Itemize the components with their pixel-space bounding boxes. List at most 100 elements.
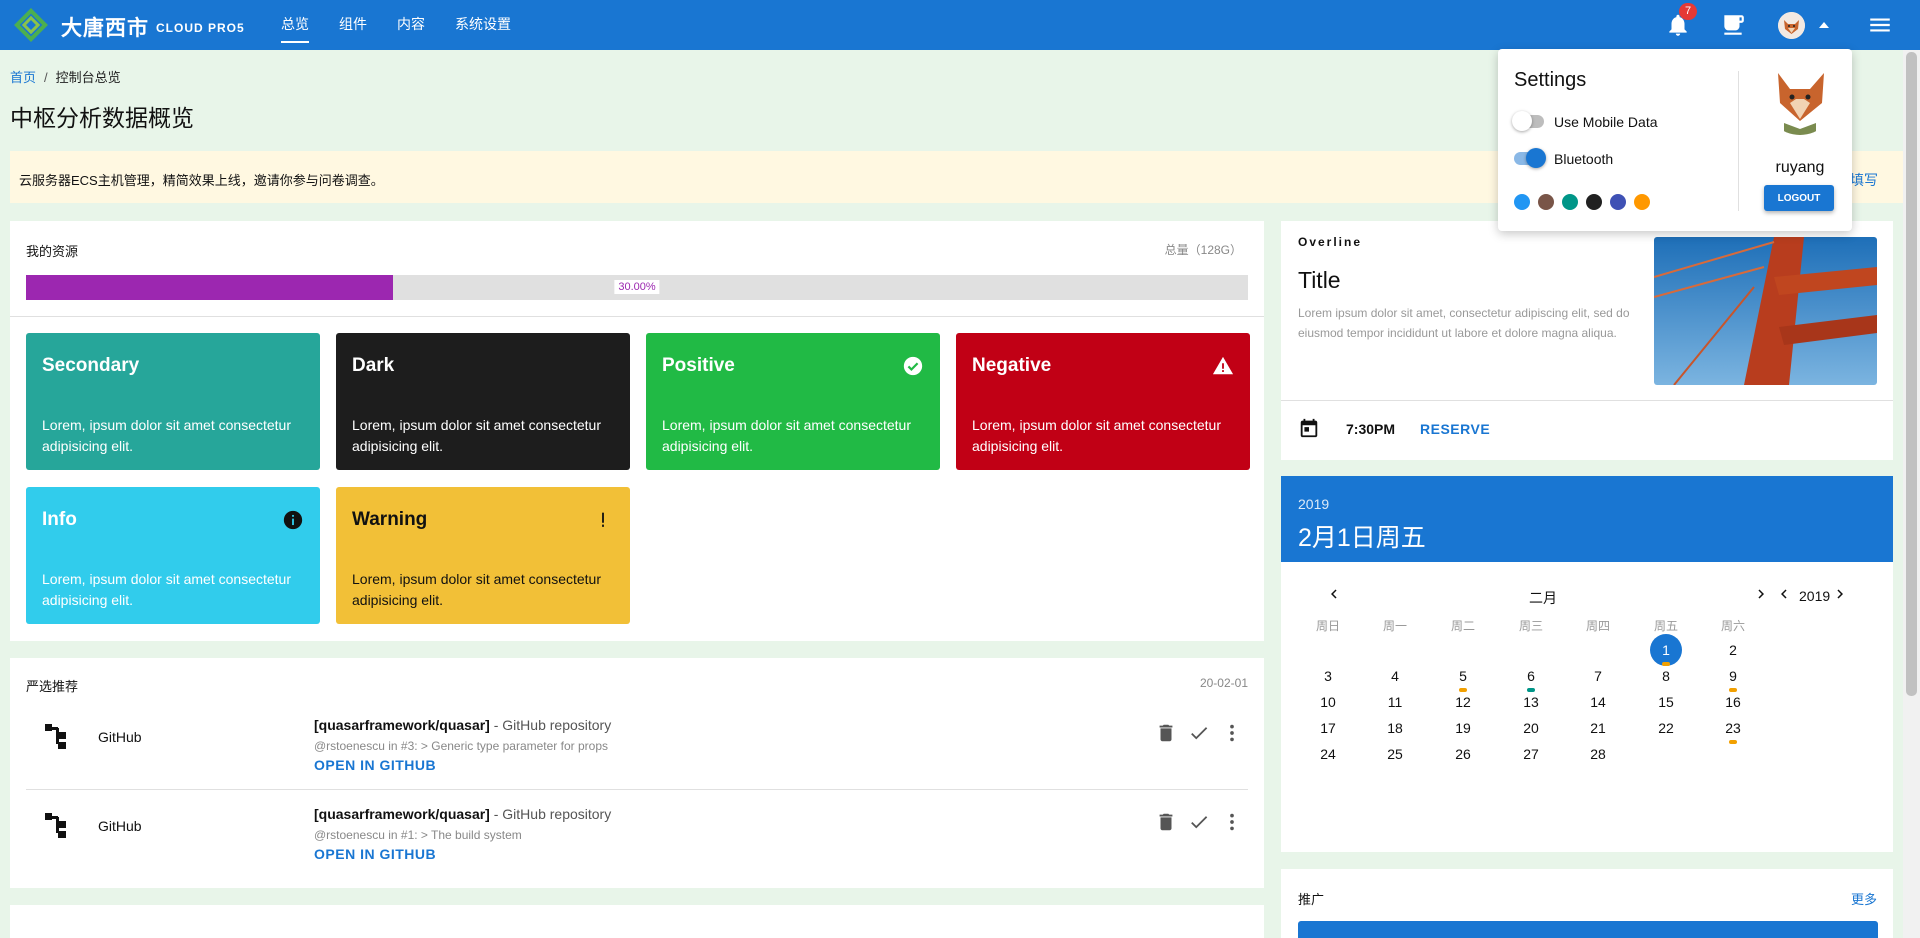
tile-title: Dark: [352, 355, 395, 376]
calendar-selected-date: 2月1日周五: [1298, 524, 1426, 552]
next-year-icon[interactable]: [1831, 585, 1849, 603]
calendar-nav-year[interactable]: 2019: [1799, 588, 1830, 604]
prev-month-icon[interactable]: [1325, 585, 1343, 603]
tile-dark[interactable]: Dark Lorem, ipsum dolor sit amet consect…: [336, 333, 630, 470]
toggle-track[interactable]: [1512, 111, 1544, 131]
repo-title: [quasarframework/quasar]: [314, 806, 490, 822]
bridge-image: [1654, 237, 1877, 385]
tile-text: Lorem, ipsum dolor sit amet consectetur …: [972, 417, 1221, 454]
check-icon[interactable]: [1188, 811, 1210, 833]
more-vert-icon[interactable]: [1221, 722, 1243, 744]
caret-up-icon[interactable]: [1819, 22, 1829, 28]
reserve-button[interactable]: RESERVE: [1420, 421, 1490, 437]
tile-info[interactable]: Info Lorem, ipsum dolor sit amet consect…: [26, 487, 320, 624]
next-month-icon[interactable]: [1752, 585, 1770, 603]
scrollbar-thumb[interactable]: [1906, 52, 1917, 696]
weekday-label: 周一: [1382, 619, 1407, 633]
more-vert-icon[interactable]: [1221, 811, 1243, 833]
tile-positive[interactable]: Positive Lorem, ipsum dolor sit amet con…: [646, 333, 940, 470]
calendar-year[interactable]: 2019: [1298, 496, 1329, 512]
prev-year-icon[interactable]: [1775, 585, 1793, 603]
tile-title: Negative: [972, 355, 1052, 376]
tile-title: Info: [42, 509, 77, 530]
toggle-label: Bluetooth: [1554, 151, 1614, 167]
open-github-link[interactable]: OPEN IN GITHUB: [314, 757, 436, 773]
toggle-knob: [1512, 111, 1532, 131]
calendar-day[interactable]: 22: [1650, 712, 1682, 744]
nav-components[interactable]: 组件: [324, 0, 382, 50]
nav-overview[interactable]: 总览: [266, 0, 324, 50]
breadcrumb-separator: /: [44, 70, 48, 85]
top-header: 大唐西市 CLOUD PRO5 总览 组件 内容 系统设置 7: [0, 0, 1920, 50]
delete-icon[interactable]: [1155, 722, 1177, 744]
resources-label: 我的资源: [26, 244, 79, 259]
color-swatch-brown[interactable]: [1538, 194, 1554, 210]
repo-name: [quasarframework/quasar] - GitHub reposi…: [314, 717, 611, 733]
breadcrumb-home[interactable]: 首页: [10, 70, 36, 85]
tile-title: Positive: [662, 355, 735, 376]
fox-avatar-icon: [1778, 12, 1805, 39]
main-nav: 总览 组件 内容 系统设置: [266, 0, 526, 50]
settings-title: Settings: [1514, 69, 1587, 91]
check-circle-icon: [903, 356, 923, 376]
delete-icon[interactable]: [1155, 811, 1177, 833]
logout-button[interactable]: LOGOUT: [1764, 185, 1834, 211]
promo-banner[interactable]: [1298, 921, 1878, 938]
calendar-day[interactable]: 26: [1447, 738, 1479, 770]
fox-avatar-icon: [1764, 63, 1836, 135]
card-body: Lorem ipsum dolor sit amet, consectetur …: [1298, 306, 1630, 340]
nav-content[interactable]: 内容: [382, 0, 440, 50]
tile-secondary[interactable]: Secondary Lorem, ipsum dolor sit amet co…: [26, 333, 320, 470]
source-label: GitHub: [98, 729, 142, 745]
repo-meta: @rstoenescu in #3: > Generic type parame…: [314, 739, 608, 753]
calendar-day[interactable]: 24: [1312, 738, 1344, 770]
color-swatch-indigo[interactable]: [1610, 194, 1626, 210]
promo-more-link[interactable]: 更多: [1851, 889, 1877, 908]
weekday-label: 周六: [1720, 619, 1745, 633]
tile-text: Lorem, ipsum dolor sit amet consectetur …: [42, 417, 291, 454]
color-swatch-teal[interactable]: [1562, 194, 1578, 210]
event-dot: [1729, 740, 1737, 744]
tile-text: Lorem, ipsum dolor sit amet consectetur …: [662, 417, 911, 454]
calendar-month[interactable]: 二月: [1529, 588, 1557, 608]
overline-card: Overline Title Lorem ipsum dolor sit ame…: [1281, 221, 1893, 460]
brand-subtitle: CLOUD PRO5: [156, 21, 245, 35]
repo-meta: @rstoenescu in #1: > The build system: [314, 828, 522, 842]
list-item: GitHub [quasarframework/quasar] - GitHub…: [26, 791, 1248, 879]
promo-card: 推广 更多: [1281, 869, 1893, 938]
open-github-link[interactable]: OPEN IN GITHUB: [314, 846, 436, 862]
toggle-track[interactable]: [1514, 148, 1546, 168]
repo-subtitle: - GitHub repository: [489, 717, 612, 733]
weekday-label: 周三: [1518, 619, 1543, 633]
user-avatar[interactable]: [1778, 12, 1805, 39]
calendar-header: 2019 2月1日周五: [1281, 476, 1893, 562]
breadcrumb-current: 控制台总览: [55, 70, 121, 85]
tile-negative[interactable]: Negative Lorem, ipsum dolor sit amet con…: [956, 333, 1250, 470]
calendar-day[interactable]: 28: [1582, 738, 1614, 770]
calendar-day[interactable]: 27: [1515, 738, 1547, 770]
check-icon[interactable]: [1188, 722, 1210, 744]
page-scrollbar[interactable]: [1903, 50, 1920, 938]
repo-subtitle: - GitHub repository: [489, 806, 612, 822]
breadcrumb: 首页 / 控制台总览: [10, 67, 121, 86]
recommend-date: 20-02-01: [1199, 676, 1248, 690]
resource-progress-bar: 30.00%: [26, 275, 1248, 300]
logo[interactable]: [14, 8, 48, 42]
recommend-title: 严选推荐: [26, 679, 79, 694]
notice-link[interactable]: 填写: [1850, 170, 1878, 190]
tile-text: Lorem, ipsum dolor sit amet consectetur …: [352, 417, 601, 454]
nav-settings[interactable]: 系统设置: [440, 0, 526, 50]
color-swatch-orange[interactable]: [1634, 194, 1650, 210]
color-swatch-black[interactable]: [1586, 194, 1602, 210]
divider: [10, 316, 1264, 317]
bottom-card: [10, 905, 1264, 938]
github-icon: [45, 724, 66, 749]
color-swatch-blue[interactable]: [1514, 194, 1530, 210]
resources-card: 我的资源 总量（128G） 30.00% Secondary Lorem, ip…: [10, 221, 1264, 641]
tile-warning[interactable]: Warning Lorem, ipsum dolor sit amet cons…: [336, 487, 630, 624]
calendar-day[interactable]: 25: [1379, 738, 1411, 770]
menu-icon[interactable]: [1867, 12, 1893, 38]
cafe-icon[interactable]: [1720, 12, 1746, 38]
resources-total: 总量（128G）: [1164, 243, 1242, 257]
profile-avatar: [1764, 63, 1836, 135]
